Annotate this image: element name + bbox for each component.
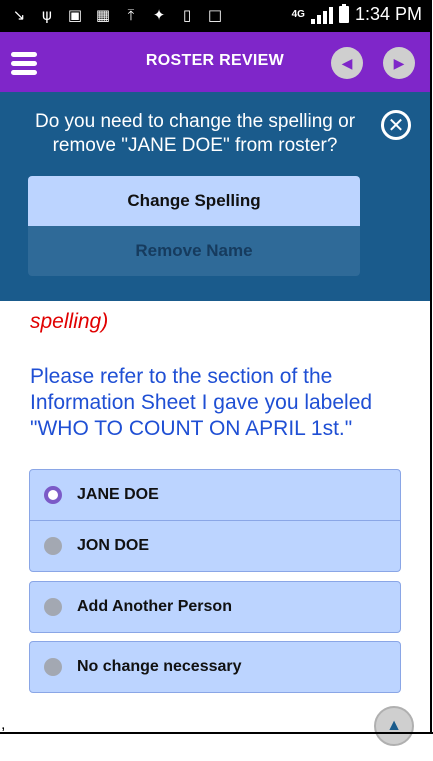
roster-option-jon-doe[interactable]: JON DOE xyxy=(30,520,400,571)
image-icon: ▣ xyxy=(67,6,83,24)
notification-icons: ↘ ψ ▣ ▦ ⤒ ✦ ▯ □ xyxy=(10,6,224,24)
network-type: 4G xyxy=(291,8,305,20)
radio-unselected-icon[interactable] xyxy=(44,598,62,616)
option-label: Add Another Person xyxy=(77,598,232,615)
chevron-left-icon: ◀ xyxy=(341,55,353,71)
missed-call-icon: ↘ xyxy=(12,6,26,24)
chevron-right-icon: ▶ xyxy=(393,55,405,71)
edit-name-popup: Do you need to change the spelling or re… xyxy=(0,92,430,301)
apps-icon: ▦ xyxy=(95,6,111,24)
roster-list: JANE DOE JON DOE xyxy=(29,469,401,572)
signal-icon xyxy=(310,6,333,24)
instruction-text: Please refer to the section of the Infor… xyxy=(30,365,373,440)
status-bar: ↘ ψ ▣ ▦ ⤒ ✦ ▯ □ 4G 1:34 PM xyxy=(0,0,430,32)
battery-100-icon: ▯ xyxy=(182,6,192,24)
no-change-option[interactable]: No change necessary xyxy=(29,641,401,693)
close-icon[interactable]: ✕ xyxy=(381,110,411,140)
partial-red-text: spelling) xyxy=(30,310,109,333)
roster-option-jane-doe[interactable]: JANE DOE xyxy=(30,470,400,520)
scroll-to-top-button[interactable]: ▲ xyxy=(374,706,414,746)
status-indicators: 4G 1:34 PM xyxy=(292,4,422,25)
change-spelling-button[interactable]: Change Spelling xyxy=(28,176,360,226)
no-change-row[interactable]: No change necessary xyxy=(30,642,400,692)
add-person-row[interactable]: Add Another Person xyxy=(30,582,400,632)
popup-question: Do you need to change the spelling or re… xyxy=(34,111,356,156)
option-label: No change necessary xyxy=(77,658,242,675)
option-label: JANE DOE xyxy=(77,486,159,503)
clock: 1:34 PM xyxy=(354,4,422,24)
cast-icon: □ xyxy=(207,6,223,24)
app-screen: ↘ ψ ▣ ▦ ⤒ ✦ ▯ □ 4G 1:34 PM ROSTER REVIEW… xyxy=(0,0,430,746)
stray-mark: , xyxy=(1,716,6,733)
game-icon: ✦ xyxy=(152,6,166,24)
radio-selected-icon[interactable] xyxy=(44,486,62,504)
radio-unselected-icon[interactable] xyxy=(44,537,62,555)
frame-border xyxy=(0,732,433,734)
page-title: ROSTER REVIEW xyxy=(145,52,285,69)
usb-icon: ψ xyxy=(42,6,52,24)
upload-icon: ⤒ xyxy=(127,6,135,24)
app-bar: ROSTER REVIEW ◀ ▶ xyxy=(0,32,430,92)
back-button[interactable]: ◀ xyxy=(331,47,363,79)
remove-name-button[interactable]: Remove Name xyxy=(28,226,360,276)
forward-button[interactable]: ▶ xyxy=(383,47,415,79)
add-person-option[interactable]: Add Another Person xyxy=(29,581,401,633)
radio-unselected-icon[interactable] xyxy=(44,658,62,676)
battery-icon xyxy=(338,4,349,23)
frame-border xyxy=(430,0,432,734)
option-label: JON DOE xyxy=(77,537,150,554)
